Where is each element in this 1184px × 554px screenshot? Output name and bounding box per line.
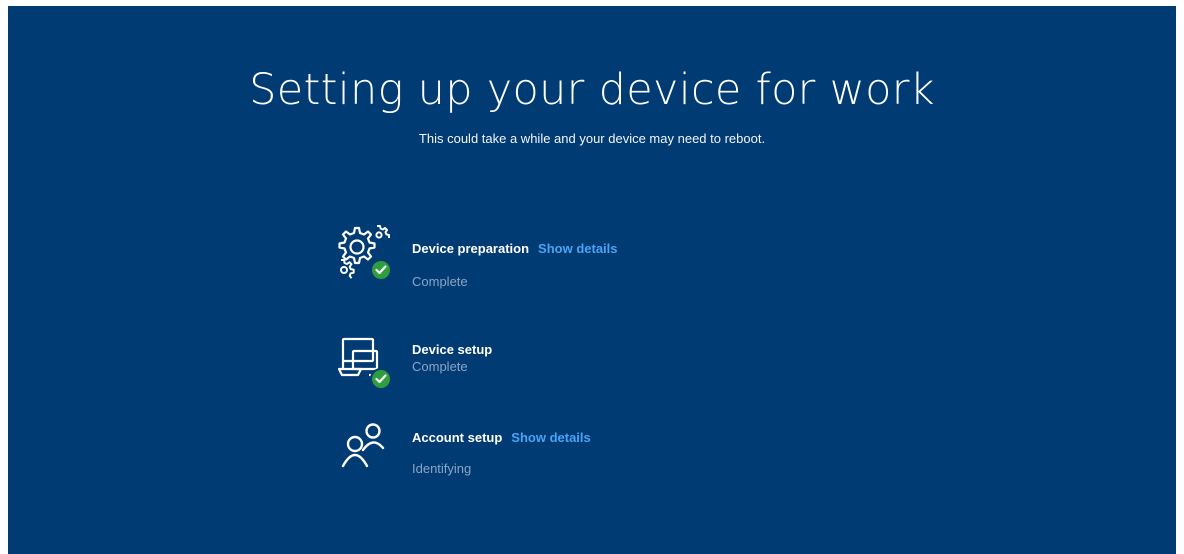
step-status: Complete (412, 274, 468, 289)
show-details-link[interactable]: Show details (511, 430, 590, 445)
step-account-setup: Account setup Show details Identifying (333, 420, 933, 490)
step-status: Complete (412, 359, 468, 374)
step-text: Device setup Complete (412, 331, 492, 374)
step-title: Account setup (412, 430, 503, 445)
devices-icon (333, 331, 393, 391)
step-device-preparation: Device preparation Show details Complete (333, 222, 933, 292)
gears-icon (333, 222, 393, 282)
step-title: Device preparation (412, 241, 530, 256)
page-subtitle: This could take a while and your device … (418, 131, 766, 146)
step-text: Account setup Show details Identifying (412, 420, 591, 476)
step-device-setup: Device setup Complete (333, 331, 933, 401)
step-title: Device setup (412, 342, 493, 357)
show-details-link[interactable]: Show details (538, 241, 617, 256)
step-text: Device preparation Show details Complete (412, 222, 618, 289)
account-icon (333, 420, 393, 480)
page-title: Setting up your device for work (249, 65, 935, 115)
autopilot-screen: Setting up your device for work This cou… (8, 6, 1176, 554)
step-status: Identifying (412, 461, 472, 476)
